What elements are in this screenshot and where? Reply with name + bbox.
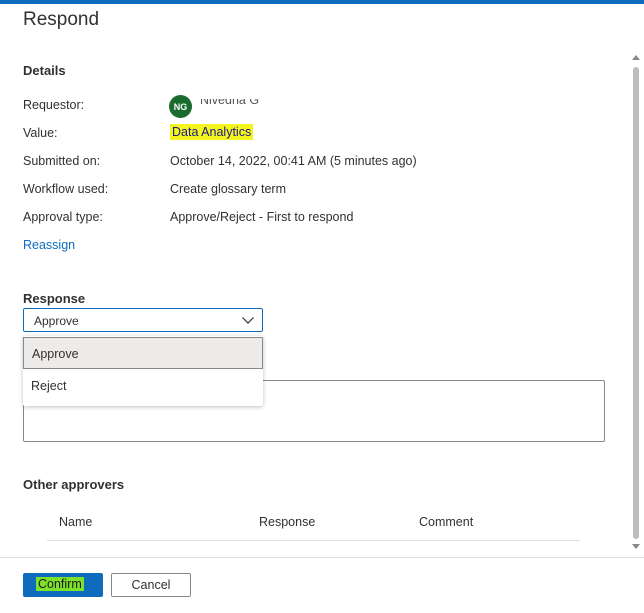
response-options-menu: Approve Reject <box>23 336 263 406</box>
column-header-comment: Comment <box>419 515 474 529</box>
submitted-label: Submitted on: <box>23 154 101 168</box>
vertical-scrollbar[interactable] <box>630 50 642 555</box>
requestor-name-text: Nivedha G <box>200 99 260 107</box>
approval-type-label: Approval type: <box>23 210 103 224</box>
requestor-avatar: NG <box>169 95 192 118</box>
scroll-up-arrow-icon[interactable] <box>632 55 640 60</box>
requestor-label: Requestor: <box>23 98 85 112</box>
reassign-link[interactable]: Reassign <box>23 238 75 252</box>
value-highlight: Data Analytics <box>170 124 254 140</box>
panel-title: Respond <box>23 9 100 30</box>
requestor-name: Nivedha G <box>200 99 432 111</box>
option-reject[interactable]: Reject <box>23 370 263 402</box>
response-heading: Response <box>23 291 86 306</box>
footer-divider <box>0 557 644 558</box>
top-accent-bar <box>0 0 644 4</box>
value-label: Value: <box>23 126 58 140</box>
submitted-value: October 14, 2022, 00:41 AM (5 minutes ag… <box>170 154 417 168</box>
workflow-label: Workflow used: <box>23 182 109 196</box>
response-selected-value: Approve <box>34 314 79 328</box>
confirm-button[interactable]: Confirm <box>23 573 103 597</box>
cancel-button[interactable]: Cancel <box>111 573 191 597</box>
column-header-response: Response <box>259 515 316 529</box>
value-text: Data Analytics <box>170 124 254 140</box>
table-divider <box>47 540 580 541</box>
approval-type-value: Approve/Reject - First to respond <box>170 210 354 224</box>
details-heading: Details <box>23 63 66 78</box>
confirm-button-label: Confirm <box>36 577 84 591</box>
workflow-value: Create glossary term <box>170 182 287 196</box>
option-approve[interactable]: Approve <box>23 337 263 369</box>
other-approvers-heading: Other approvers <box>23 477 125 492</box>
chevron-down-icon <box>242 317 254 324</box>
scroll-down-arrow-icon[interactable] <box>632 544 640 549</box>
column-header-name: Name <box>59 515 93 529</box>
scroll-thumb[interactable] <box>633 67 639 539</box>
response-dropdown[interactable]: Approve <box>23 308 263 332</box>
